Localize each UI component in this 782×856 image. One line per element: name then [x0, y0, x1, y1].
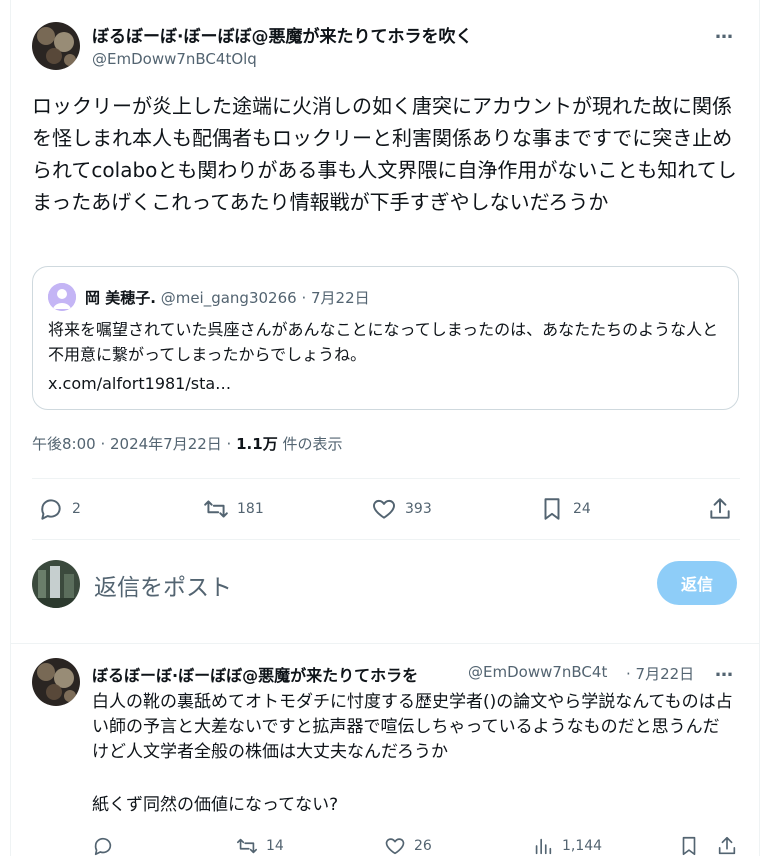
reply-author-avatar-image — [32, 658, 80, 706]
post-timestamp[interactable]: 午後8:00 · 2024年7月22日 · — [32, 435, 231, 453]
repost-icon — [204, 500, 228, 518]
reply-repost-button[interactable]: 14 — [236, 835, 284, 856]
reply-icon — [41, 499, 61, 520]
current-user-avatar-image — [32, 560, 80, 608]
reply-author-handle[interactable]: @EmDoww7nBC4t — [468, 663, 607, 681]
reply-text: 白人の靴の裏舐めてオトモダチに忖度する歴史学者()の論文やら学説なんてものは占い… — [92, 692, 733, 762]
repost-button[interactable]: 181 — [203, 496, 264, 522]
reply-view-count: 1,144 — [562, 838, 603, 854]
reply-author-name[interactable]: ぼるぼーぼ·ぼーぼぼ@悪魔が来たりてホラを — [92, 662, 464, 686]
reply-input[interactable]: 返信をポスト — [94, 568, 232, 602]
quote-text: 将来を嘱望されていた呉座さんがあんなことになってしまったのは、あなたたちのような… — [48, 320, 719, 364]
post-meta: 午後8:00 · 2024年7月22日 · 1.1万 件の表示 — [32, 433, 343, 454]
divider — [32, 478, 740, 479]
quote-author-handle: @mei_gang30266 — [160, 289, 297, 307]
quoted-post-card[interactable]: 岡 美穂子. @mei_gang30266 · 7月22日 将来を嘱望されていた… — [32, 266, 739, 410]
author-avatar-image — [32, 22, 80, 70]
repost-icon — [237, 838, 257, 854]
quote-link[interactable]: x.com/alfort1981/sta… — [48, 371, 231, 396]
post-text: ロックリーが炎上した途端に火消しの如く唐突にアカウントが現れた故に関係を怪しまれ… — [32, 94, 737, 214]
more-options-icon[interactable]: … — [715, 22, 734, 43]
reply-like-button[interactable]: 26 — [384, 835, 432, 856]
heart-icon — [385, 838, 405, 855]
share-button[interactable] — [707, 496, 733, 522]
repost-count: 181 — [237, 501, 264, 517]
reply-text-second-paragraph: 紙くず同然の価値になってない? — [92, 795, 339, 815]
share-icon — [718, 836, 736, 855]
reply-reply-button[interactable] — [92, 835, 122, 856]
author-name[interactable]: ぼるぼーぼ·ぼーぼぼ@悪魔が来たりてホラを吹く — [92, 22, 472, 47]
like-button[interactable]: 393 — [371, 496, 432, 522]
reply-submit-button[interactable]: 返信 — [657, 561, 737, 605]
quote-date: · 7月22日 — [301, 289, 370, 307]
reply-date[interactable]: · 7月22日 — [626, 663, 694, 684]
reply-button[interactable]: 2 — [38, 496, 81, 522]
reply-like-count: 26 — [414, 838, 432, 854]
heart-icon — [373, 499, 395, 519]
reply-views-button[interactable]: 1,144 — [532, 835, 602, 856]
divider — [11, 643, 760, 644]
default-avatar-icon — [48, 283, 76, 311]
bookmark-button[interactable]: 24 — [539, 496, 591, 522]
view-count-label: 件の表示 — [282, 435, 343, 453]
reply-author-avatar[interactable] — [32, 658, 80, 706]
reply-more-options-icon[interactable]: … — [715, 660, 734, 681]
reply-share-button[interactable] — [716, 835, 738, 856]
reply-icon — [94, 837, 112, 856]
analytics-icon — [535, 838, 552, 855]
view-count: 1.1万 — [236, 435, 278, 453]
share-icon — [710, 498, 730, 519]
reply-count: 2 — [72, 501, 81, 517]
quote-author-name: 岡 美穂子. — [85, 289, 156, 307]
author-handle[interactable]: @EmDoww7nBC4tOlq — [92, 50, 257, 68]
bookmark-icon — [544, 498, 560, 520]
author-avatar[interactable] — [32, 22, 80, 70]
reply-bookmark-button[interactable] — [678, 835, 700, 856]
quote-author-avatar — [48, 283, 76, 311]
reply-repost-count: 14 — [266, 838, 284, 854]
bookmark-icon — [682, 836, 696, 856]
divider — [32, 539, 740, 540]
like-count: 393 — [405, 501, 432, 517]
current-user-avatar[interactable] — [32, 560, 80, 608]
bookmark-count: 24 — [573, 501, 591, 517]
